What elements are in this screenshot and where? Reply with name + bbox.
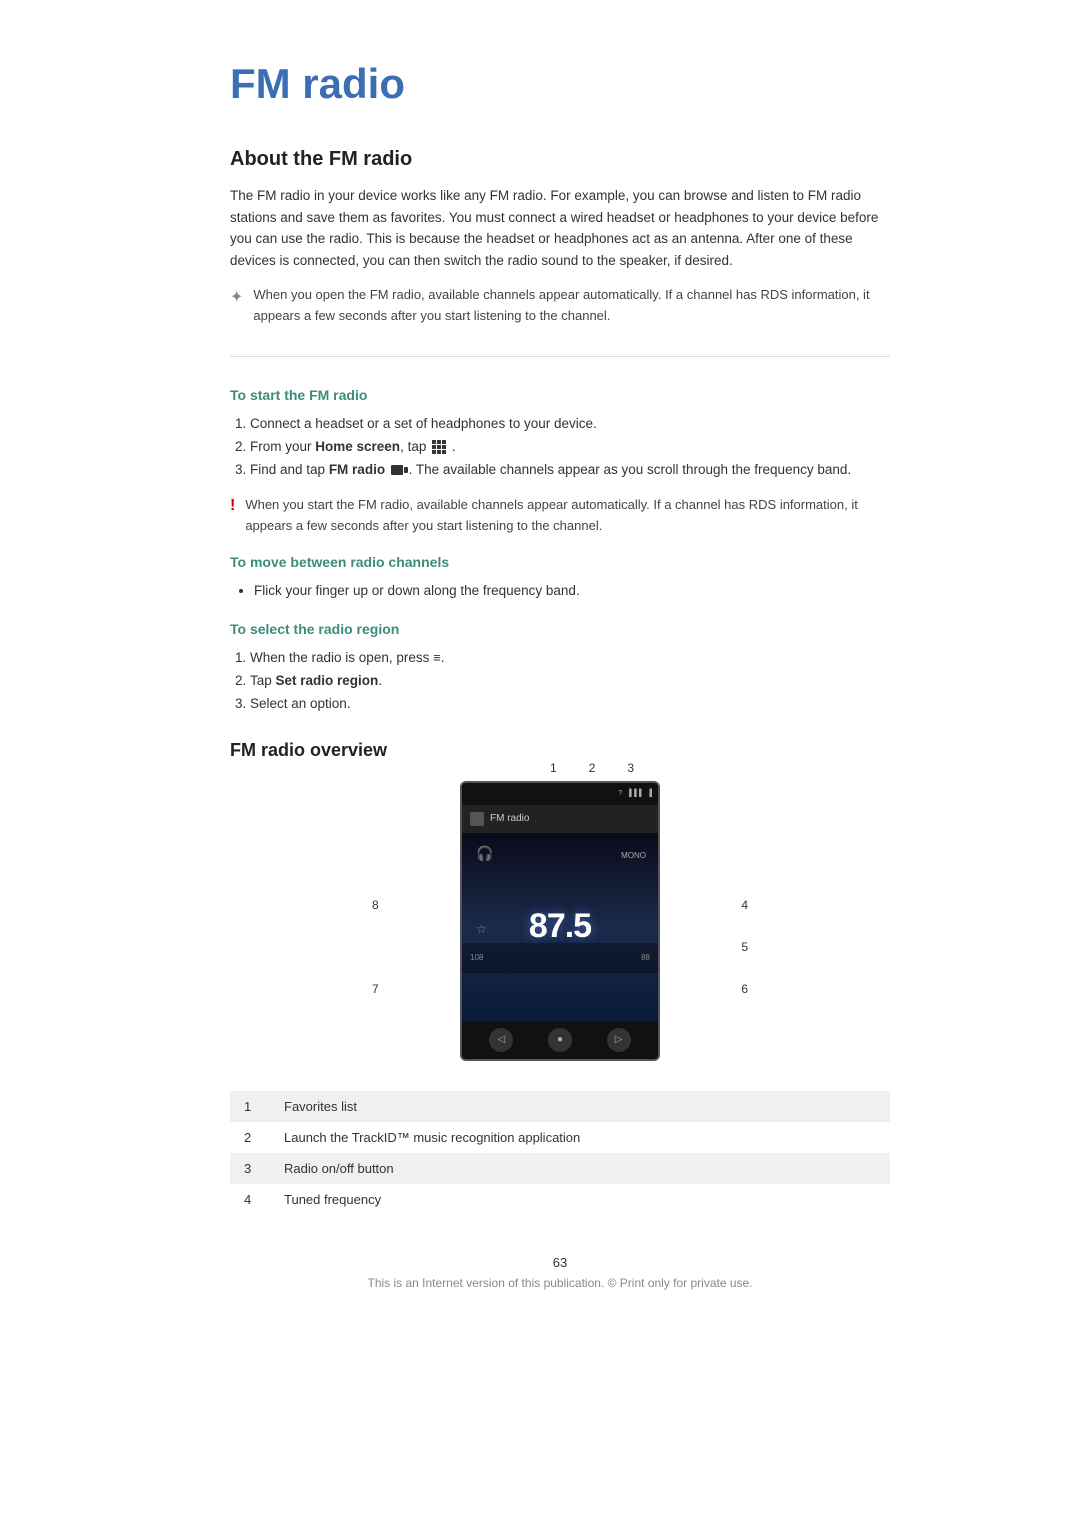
overview-heading: FM radio overview bbox=[230, 740, 890, 761]
callout-top: 1 2 3 bbox=[550, 761, 634, 775]
freq-high: 88 bbox=[641, 953, 650, 962]
table-desc-2: Launch the TrackID™ music recognition ap… bbox=[270, 1122, 890, 1153]
step-1: Connect a headset or a set of headphones… bbox=[250, 413, 890, 436]
overview-table: 1 Favorites list 2 Launch the TrackID™ m… bbox=[230, 1091, 890, 1215]
page-number: 63 bbox=[230, 1255, 890, 1270]
callout-8: 8 bbox=[372, 898, 379, 912]
divider-1 bbox=[230, 356, 890, 357]
phone-controls: ◁ ● ▷ bbox=[462, 1021, 658, 1059]
star-button: ☆ bbox=[476, 922, 487, 936]
step-2: From your Home screen, tap . bbox=[250, 436, 890, 459]
table-num-1: 1 bbox=[230, 1091, 270, 1122]
page-footer: 63 This is an Internet version of this p… bbox=[230, 1255, 890, 1290]
page-container: FM radio About the FM radio The FM radio… bbox=[150, 0, 930, 1350]
region-step-1: When the radio is open, press ≡. bbox=[250, 647, 890, 670]
phone-diagram-wrapper: 1 2 3 ? ▌▌▌ ▐ FM radio bbox=[230, 781, 890, 1061]
table-num-2: 2 bbox=[230, 1122, 270, 1153]
warn-note-text: When you start the FM radio, available c… bbox=[245, 495, 890, 535]
select-region-heading: To select the radio region bbox=[230, 621, 890, 637]
ctrl-next: ▷ bbox=[607, 1028, 631, 1052]
callout-7: 7 bbox=[372, 982, 379, 996]
fm-radio-icon bbox=[391, 465, 403, 475]
select-region-steps: When the radio is open, press ≡. Tap Set… bbox=[250, 647, 890, 716]
tip-icon: ✦ bbox=[230, 287, 243, 307]
freq-display: 87.5 bbox=[529, 907, 591, 946]
overview-section: FM radio overview 1 2 3 ? ▌▌▌ ▐ bbox=[230, 740, 890, 1215]
ctrl-prev: ◁ bbox=[489, 1028, 513, 1052]
warn-icon: ! bbox=[230, 497, 235, 515]
callout-1: 1 bbox=[550, 761, 557, 775]
about-heading: About the FM radio bbox=[230, 148, 890, 171]
tip-note-box: ✦ When you open the FM radio, available … bbox=[230, 285, 890, 325]
table-num-3: 3 bbox=[230, 1153, 270, 1184]
menu-icon: ≡ bbox=[433, 647, 441, 669]
move-channels-list: Flick your finger up or down along the f… bbox=[254, 580, 890, 603]
titlebar-text: FM radio bbox=[490, 813, 529, 824]
step-3: Find and tap FM radio . The available ch… bbox=[250, 459, 890, 482]
move-channels-item: Flick your finger up or down along the f… bbox=[254, 580, 890, 603]
table-desc-4: Tuned frequency bbox=[270, 1184, 890, 1215]
phone-diagram: 1 2 3 ? ▌▌▌ ▐ FM radio bbox=[390, 781, 730, 1061]
table-row: 3 Radio on/off button bbox=[230, 1153, 890, 1184]
freq-low: 108 bbox=[470, 953, 483, 962]
callout-6: 6 bbox=[741, 982, 748, 996]
table-row: 4 Tuned frequency bbox=[230, 1184, 890, 1215]
headphone-icon: 🎧 bbox=[476, 845, 493, 862]
table-row: 1 Favorites list bbox=[230, 1091, 890, 1122]
freq-bar: 108 88 bbox=[462, 943, 658, 973]
callout-2: 2 bbox=[589, 761, 596, 775]
phone-screen: ? ▌▌▌ ▐ FM radio 🎧 MONO 87.5 ☆ bbox=[460, 781, 660, 1061]
table-desc-1: Favorites list bbox=[270, 1091, 890, 1122]
page-title: FM radio bbox=[230, 60, 890, 108]
phone-status-bar: ? ▌▌▌ ▐ bbox=[462, 783, 658, 805]
app-grid-icon bbox=[432, 440, 446, 454]
move-channels-heading: To move between radio channels bbox=[230, 554, 890, 570]
status-time: ? bbox=[618, 790, 622, 797]
start-radio-heading: To start the FM radio bbox=[230, 387, 890, 403]
table-row: 2 Launch the TrackID™ music recognition … bbox=[230, 1122, 890, 1153]
callout-5: 5 bbox=[741, 940, 748, 954]
ctrl-play: ● bbox=[548, 1028, 572, 1052]
phone-titlebar: FM radio bbox=[462, 805, 658, 833]
status-battery: ▐ bbox=[647, 790, 652, 797]
callout-4: 4 bbox=[741, 898, 748, 912]
titlebar-icon bbox=[470, 812, 484, 826]
warn-note-box: ! When you start the FM radio, available… bbox=[230, 495, 890, 535]
start-radio-steps: Connect a headset or a set of headphones… bbox=[250, 413, 890, 482]
tip-note-text: When you open the FM radio, available ch… bbox=[253, 285, 890, 325]
table-desc-3: Radio on/off button bbox=[270, 1153, 890, 1184]
mono-label: MONO bbox=[621, 851, 646, 860]
about-body: The FM radio in your device works like a… bbox=[230, 185, 890, 271]
footer-note: This is an Internet version of this publ… bbox=[230, 1276, 890, 1290]
table-num-4: 4 bbox=[230, 1184, 270, 1215]
callout-3: 3 bbox=[627, 761, 634, 775]
status-signal: ▌▌▌ bbox=[629, 790, 644, 797]
phone-content: 🎧 MONO 87.5 ☆ 108 88 bbox=[462, 833, 658, 1021]
region-step-2: Tap Set radio region. bbox=[250, 670, 890, 693]
region-step-3: Select an option. bbox=[250, 693, 890, 716]
